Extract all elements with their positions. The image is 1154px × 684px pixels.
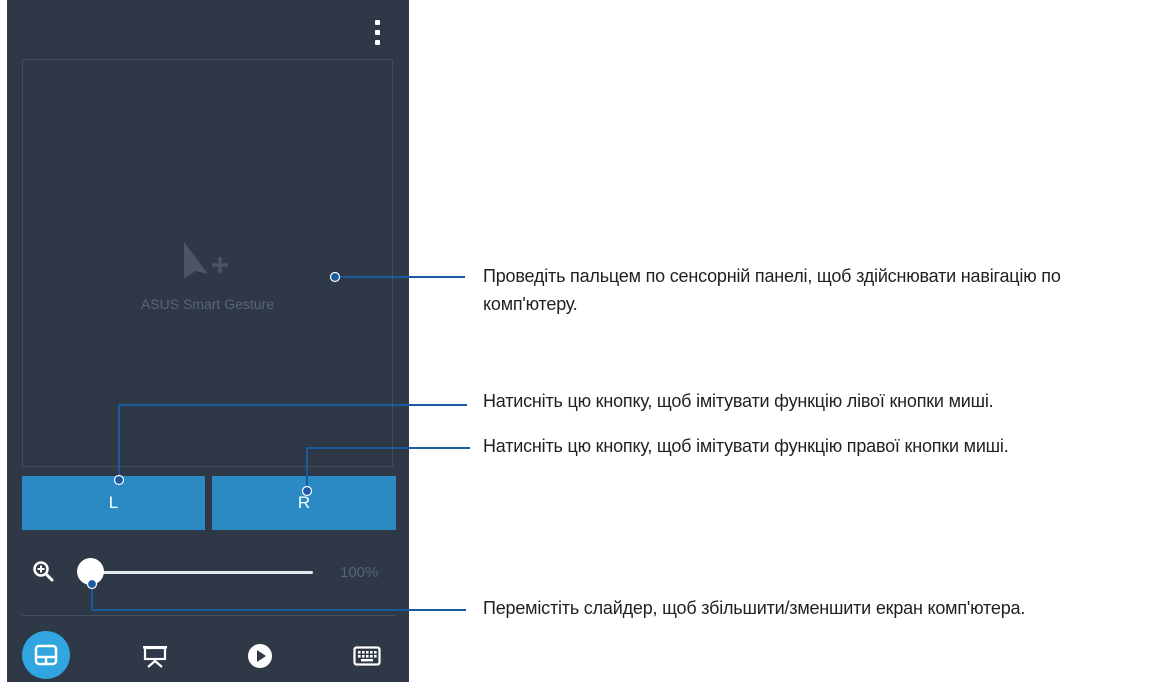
callout-leader-lines [86, 271, 470, 611]
callout-slider: Перемістіть слайдер, щоб збільшити/зменш… [483, 598, 1026, 618]
callout-left-button: Натисніть цю кнопку, щоб імітувати функц… [483, 391, 994, 411]
callout-touchpad: Проведіть пальцем по сенсорній панелі, щ… [483, 266, 1061, 314]
callout-right-button: Натисніть цю кнопку, щоб імітувати функц… [483, 436, 1009, 456]
